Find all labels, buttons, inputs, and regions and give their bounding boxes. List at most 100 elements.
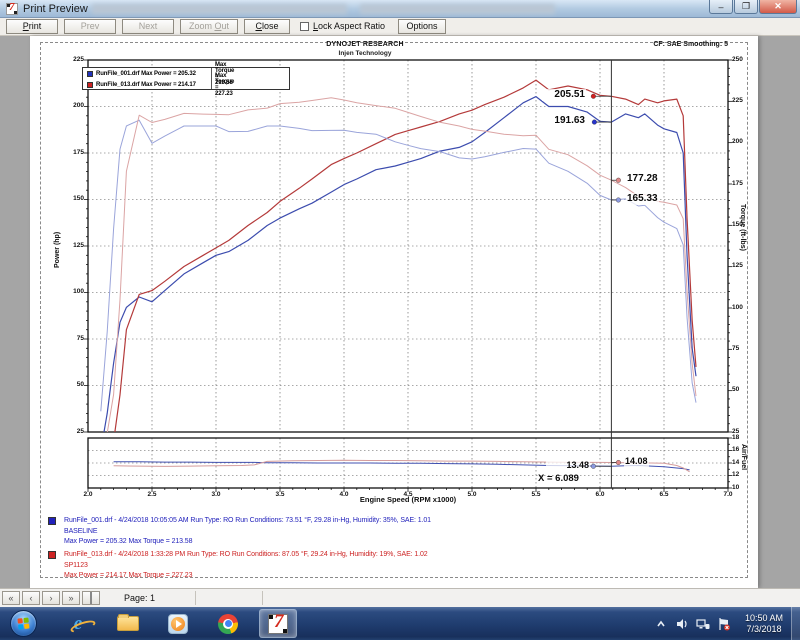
volume-icon[interactable] (674, 615, 691, 632)
close-window-button[interactable]: ✕ (759, 0, 797, 14)
power-axis-title: Power (hp) (54, 232, 61, 268)
last-page-button[interactable]: » (62, 591, 80, 605)
x-tick-label: 5.5 (527, 491, 545, 498)
curve-runfile_001-torque-ft-lbs- (101, 120, 696, 411)
taskbar-media-player[interactable] (159, 609, 197, 638)
window-title: Print Preview (23, 3, 88, 15)
lock-aspect-label: Lock Aspect Ratio (313, 21, 385, 31)
torque-tick-label: 175 (732, 180, 743, 187)
curve-runfile_001-power-hp- (101, 97, 696, 451)
legend-row-sp1123: RunFile_013.drf Max Power = 214.17 Max T… (83, 80, 196, 90)
torque-tick-label: 150 (732, 221, 743, 228)
x-tick-label: 4.0 (335, 491, 353, 498)
print-button[interactable]: Print (6, 19, 58, 34)
run-swatch-blue (48, 517, 56, 525)
smoothing-info: CF: SAE Smoothing: 5 (570, 41, 728, 48)
options-button[interactable]: Options (398, 19, 446, 34)
run-details-sp1123: RunFile_013.drf - 4/24/2018 1:33:28 PM R… (48, 550, 738, 582)
start-button[interactable] (10, 610, 37, 637)
report-company: DYNOJET RESEARCH (265, 41, 465, 48)
system-tray: 10:50 AM 7/3/2018 (651, 607, 800, 640)
clock-date: 7/3/2018 (745, 624, 783, 635)
taskbar-dynojet-active[interactable]: 7 (259, 609, 297, 638)
x-tick-label: 6.0 (591, 491, 609, 498)
x-tick-label: 3.0 (207, 491, 225, 498)
chart-legend: RunFile_001.drf Max Power = 205.32 Max T… (82, 67, 290, 90)
next-page-button[interactable]: › (42, 591, 60, 605)
taskbar: e 7 (0, 607, 800, 640)
page-indicator: Page: 1 (124, 593, 155, 603)
taskbar-internet-explorer[interactable]: e (59, 609, 97, 638)
tray-expand-icon[interactable] (653, 615, 670, 632)
torque-tick-label: 100 (732, 304, 743, 311)
report-subtitle: Injen Technology (265, 50, 465, 57)
windows-logo-icon (17, 617, 30, 630)
power-tick-label: 125 (58, 242, 84, 249)
x-tick-label: 6.5 (655, 491, 673, 498)
preview-area: DYNOJET RESEARCH Injen Technology CF: SA… (0, 36, 800, 588)
prev-page-button[interactable]: ‹ (22, 591, 40, 605)
ie-icon: e (74, 613, 82, 635)
close-button[interactable]: Close (244, 19, 290, 34)
power-tick-label: 25 (58, 428, 84, 435)
minimize-button[interactable]: – (709, 0, 733, 14)
restore-button[interactable]: ❐ (734, 0, 758, 14)
af-tick-label: 18 (732, 434, 739, 441)
curve-runfile_013-power-hp- (101, 80, 696, 469)
next-button[interactable]: Next (122, 19, 174, 34)
document-icon (90, 592, 92, 604)
run-name: SP1123 (64, 561, 738, 572)
power-tick-label: 50 (58, 381, 84, 388)
x-tick-label: 4.5 (399, 491, 417, 498)
x-tick-label: 2.0 (79, 491, 97, 498)
power-tick-label: 200 (58, 102, 84, 109)
torque-tick-label: 200 (732, 138, 743, 145)
zoom-out-button[interactable]: Zoom Out (180, 19, 238, 34)
legend-file-power: RunFile_001.drf Max Power = 205.32 (96, 71, 196, 77)
cursor-x-label: X = 6.089 (538, 473, 579, 484)
action-center-flag-icon[interactable] (716, 615, 733, 632)
report-page: DYNOJET RESEARCH Injen Technology CF: SA… (30, 36, 758, 588)
network-icon[interactable] (695, 615, 712, 632)
statusbar: « ‹ › » Page: 1 (0, 588, 800, 607)
af-axis-title: Air/Fuel (740, 444, 747, 470)
cursor-marker-af-blue (591, 464, 596, 469)
titlebar: 7 Print Preview – ❐ ✕ (0, 0, 800, 18)
torque-tick-label: 250 (732, 56, 743, 63)
taskbar-chrome[interactable] (209, 609, 247, 638)
legend-torque: Max Torque = 227.23 (215, 73, 234, 97)
callout-torque-blue: 165.33 (626, 193, 659, 205)
redacted-text (92, 4, 347, 14)
curve-runfile_013-torque-ft-lbs- (101, 98, 696, 453)
taskbar-clock[interactable]: 10:50 AM 7/3/2018 (745, 613, 783, 635)
chrome-icon (218, 614, 238, 634)
cursor-marker-torque-red (616, 178, 621, 183)
power-tick-label: 75 (58, 335, 84, 342)
media-player-icon (168, 614, 188, 634)
callout-torque-red: 177.28 (626, 173, 659, 185)
x-tick-label: 7.0 (719, 491, 737, 498)
cursor-marker-power-red (591, 94, 596, 99)
af-tick-label: 12 (732, 471, 739, 478)
run-name: BASELINE (64, 527, 738, 538)
show-desktop-button[interactable] (791, 607, 800, 640)
toolbar: Print Prev Next Zoom Out Close Lock Aspe… (0, 18, 800, 36)
run-maxima: Max Power = 205.32 Max Torque = 213.58 (64, 537, 738, 548)
legend-swatch-red (87, 82, 93, 88)
run-maxima: Max Power = 214.17 Max Torque = 227.23 (64, 571, 738, 582)
prev-button[interactable]: Prev (64, 19, 116, 34)
lock-aspect-checkbox[interactable] (300, 22, 309, 31)
first-page-button[interactable]: « (2, 591, 20, 605)
taskbar-windows-explorer[interactable] (109, 609, 147, 638)
callout-af-red: 14.08 (624, 455, 649, 467)
dynojet-icon: 7 (268, 614, 288, 634)
dynojet-app-icon: 7 (6, 3, 18, 15)
torque-tick-label: 50 (732, 386, 739, 393)
page-setup-button[interactable] (82, 591, 100, 605)
af-tick-label: 14 (732, 459, 739, 466)
run-info-line: RunFile_013.drf - 4/24/2018 1:33:28 PM R… (64, 550, 738, 561)
af-tick-label: 16 (732, 446, 739, 453)
cursor-marker-af-red (616, 460, 621, 465)
af-tick-label: 10 (732, 484, 739, 491)
power-tick-label: 100 (58, 288, 84, 295)
